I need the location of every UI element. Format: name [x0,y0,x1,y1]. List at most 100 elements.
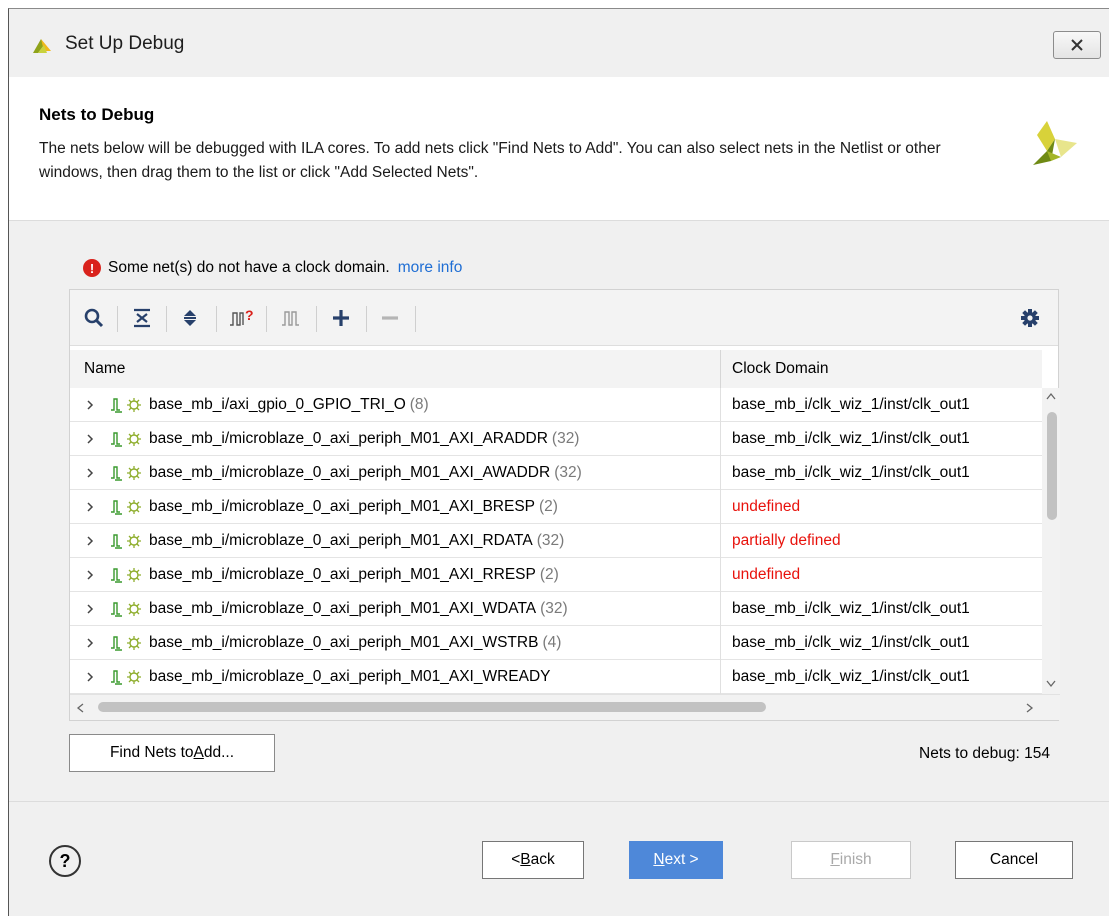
net-bit-count: (2) [539,566,559,583]
net-name-cell[interactable]: base_mb_i/microblaze_0_axi_periph_M01_AX… [70,422,721,456]
net-name: base_mb_i/microblaze_0_axi_periph_M01_AX… [149,634,539,651]
net-bus-icon [111,636,141,651]
back-label-pre: < [511,851,521,868]
table-row[interactable]: base_mb_i/microblaze_0_axi_periph_M01_AX… [70,456,1042,490]
next-button[interactable]: Next > [629,841,723,879]
net-name-cell[interactable]: base_mb_i/microblaze_0_axi_periph_M01_AX… [70,592,721,626]
table-row[interactable]: base_mb_i/microblaze_0_axi_periph_M01_AX… [70,592,1042,626]
chevron-right-icon[interactable] [84,569,96,581]
clock-domain-cell[interactable]: base_mb_i/clk_wiz_1/inst/clk_out1 [721,626,1042,660]
setup-debug-dialog: Set Up Debug Nets to Debug The nets belo… [8,8,1109,916]
table-row[interactable]: base_mb_i/axi_gpio_0_GPIO_TRI_O (8) base_m… [70,388,1042,422]
clock-domain-cell[interactable]: base_mb_i/clk_wiz_1/inst/clk_out1 [721,422,1042,456]
nets-button[interactable] [275,302,307,334]
find-nets-button[interactable]: ? [226,302,258,334]
collapse-all-button[interactable] [126,302,158,334]
net-name-cell[interactable]: base_mb_i/microblaze_0_axi_periph_M01_AX… [70,558,721,592]
help-button[interactable]: ? [49,845,81,877]
search-icon [84,308,104,328]
table-row[interactable]: base_mb_i/microblaze_0_axi_periph_M01_AX… [70,558,1042,592]
chevron-right-icon[interactable] [84,399,96,411]
clock-domain-cell[interactable]: base_mb_i/clk_wiz_1/inst/clk_out1 [721,388,1042,422]
net-name-cell[interactable]: base_mb_i/microblaze_0_axi_periph_M01_AX… [70,456,721,490]
net-bit-count: (32) [536,532,565,549]
scroll-left-icon [76,703,84,713]
net-name: base_mb_i/microblaze_0_axi_periph_M01_AX… [149,498,536,515]
chevron-right-icon[interactable] [84,535,96,547]
toolbar-separator [415,306,416,332]
net-bus-icon [111,466,141,481]
footer-divider [9,801,1109,802]
net-bit-count: (2) [539,498,558,515]
horizontal-scrollbar[interactable] [70,694,1060,720]
net-name-cell[interactable]: base_mb_i/microblaze_0_axi_periph_M01_AX… [70,660,721,694]
net-bus-icon [111,568,141,583]
chevron-right-icon[interactable] [84,603,96,615]
net-name-cell[interactable]: base_mb_i/microblaze_0_axi_periph_M01_AX… [70,490,721,524]
more-info-link[interactable]: more info [398,259,463,277]
close-button[interactable] [1053,31,1101,59]
vertical-scrollbar[interactable] [1042,388,1060,694]
net-name-cell[interactable]: base_mb_i/microblaze_0_axi_periph_M01_AX… [70,626,721,660]
net-bit-count: (32) [554,464,582,481]
net-name-cell[interactable]: base_mb_i/microblaze_0_axi_periph_M01_AX… [70,524,721,558]
column-header-name[interactable]: Name [70,350,721,388]
add-icon [333,310,349,326]
clock-domain-cell[interactable]: base_mb_i/clk_wiz_1/inst/clk_out1 [721,660,1042,694]
clock-domain-cell[interactable]: base_mb_i/clk_wiz_1/inst/clk_out1 [721,592,1042,626]
finish-label-mnemonic: F [830,851,840,868]
clock-domain-cell[interactable]: undefined [721,490,1042,524]
table-row[interactable]: base_mb_i/microblaze_0_axi_periph_M01_AX… [70,660,1042,694]
chevron-right-icon[interactable] [84,501,96,513]
nets-icon [282,311,299,326]
chevron-right-icon[interactable] [84,467,96,479]
net-bit-count: (32) [551,430,580,447]
net-name: base_mb_i/microblaze_0_axi_periph_M01_AX… [149,430,548,447]
clock-domain-cell[interactable]: partially defined [721,524,1042,558]
expand-all-icon [184,310,196,326]
find-nets-label-mnemonic: A [193,744,204,761]
expand-all-button[interactable] [174,302,206,334]
vertical-scroll-thumb[interactable] [1047,412,1057,520]
chevron-right-icon[interactable] [84,671,96,683]
chevron-right-icon[interactable] [84,433,96,445]
table-row[interactable]: base_mb_i/microblaze_0_axi_periph_M01_AX… [70,626,1042,660]
net-bit-count: (8) [409,396,429,413]
back-button[interactable]: < Back [482,841,584,879]
cancel-button[interactable]: Cancel [955,841,1073,879]
toolbar-separator [266,306,267,332]
table-row[interactable]: base_mb_i/microblaze_0_axi_periph_M01_AX… [70,490,1042,524]
toolbar-separator [366,306,367,332]
net-name: base_mb_i/microblaze_0_axi_periph_M01_AX… [149,668,551,685]
clock-domain-cell[interactable]: undefined [721,558,1042,592]
back-label-mnemonic: B [520,851,531,868]
finish-button[interactable]: Finish [791,841,911,879]
clock-domain-cell[interactable]: base_mb_i/clk_wiz_1/inst/clk_out1 [721,456,1042,490]
search-button[interactable] [78,302,110,334]
net-bit-count: (4) [542,634,562,651]
next-label-mnemonic: N [653,851,665,868]
nets-to-debug-count: Nets to debug: 154 [919,745,1050,762]
table-row[interactable]: base_mb_i/microblaze_0_axi_periph_M01_AX… [70,422,1042,456]
collapse-all-icon [134,308,150,328]
vivado-logo-icon [33,39,51,53]
settings-icon [1021,309,1039,327]
find-nets-to-add-button[interactable]: Find Nets to Add... [69,734,275,772]
net-bus-icon [111,670,141,685]
find-nets-icon: ? [230,307,254,326]
net-bus-icon [111,500,141,515]
settings-button[interactable] [1014,302,1046,334]
toolbar-separator [166,306,167,332]
net-name-cell[interactable]: base_mb_i/axi_gpio_0_GPIO_TRI_O (8) [70,388,721,422]
column-header-clock-domain[interactable]: Clock Domain [721,350,1042,388]
remove-icon [382,316,398,320]
finish-label-post: inish [839,851,872,868]
vivado-logo-icon [1033,121,1077,165]
close-x-icon [1071,39,1083,51]
page-header: Nets to Debug The nets below will be deb… [9,77,1109,221]
chevron-right-icon[interactable] [84,637,96,649]
horizontal-scroll-thumb[interactable] [98,702,766,712]
table-row[interactable]: base_mb_i/microblaze_0_axi_periph_M01_AX… [70,524,1042,558]
add-button[interactable] [325,302,357,334]
remove-button[interactable] [374,302,406,334]
